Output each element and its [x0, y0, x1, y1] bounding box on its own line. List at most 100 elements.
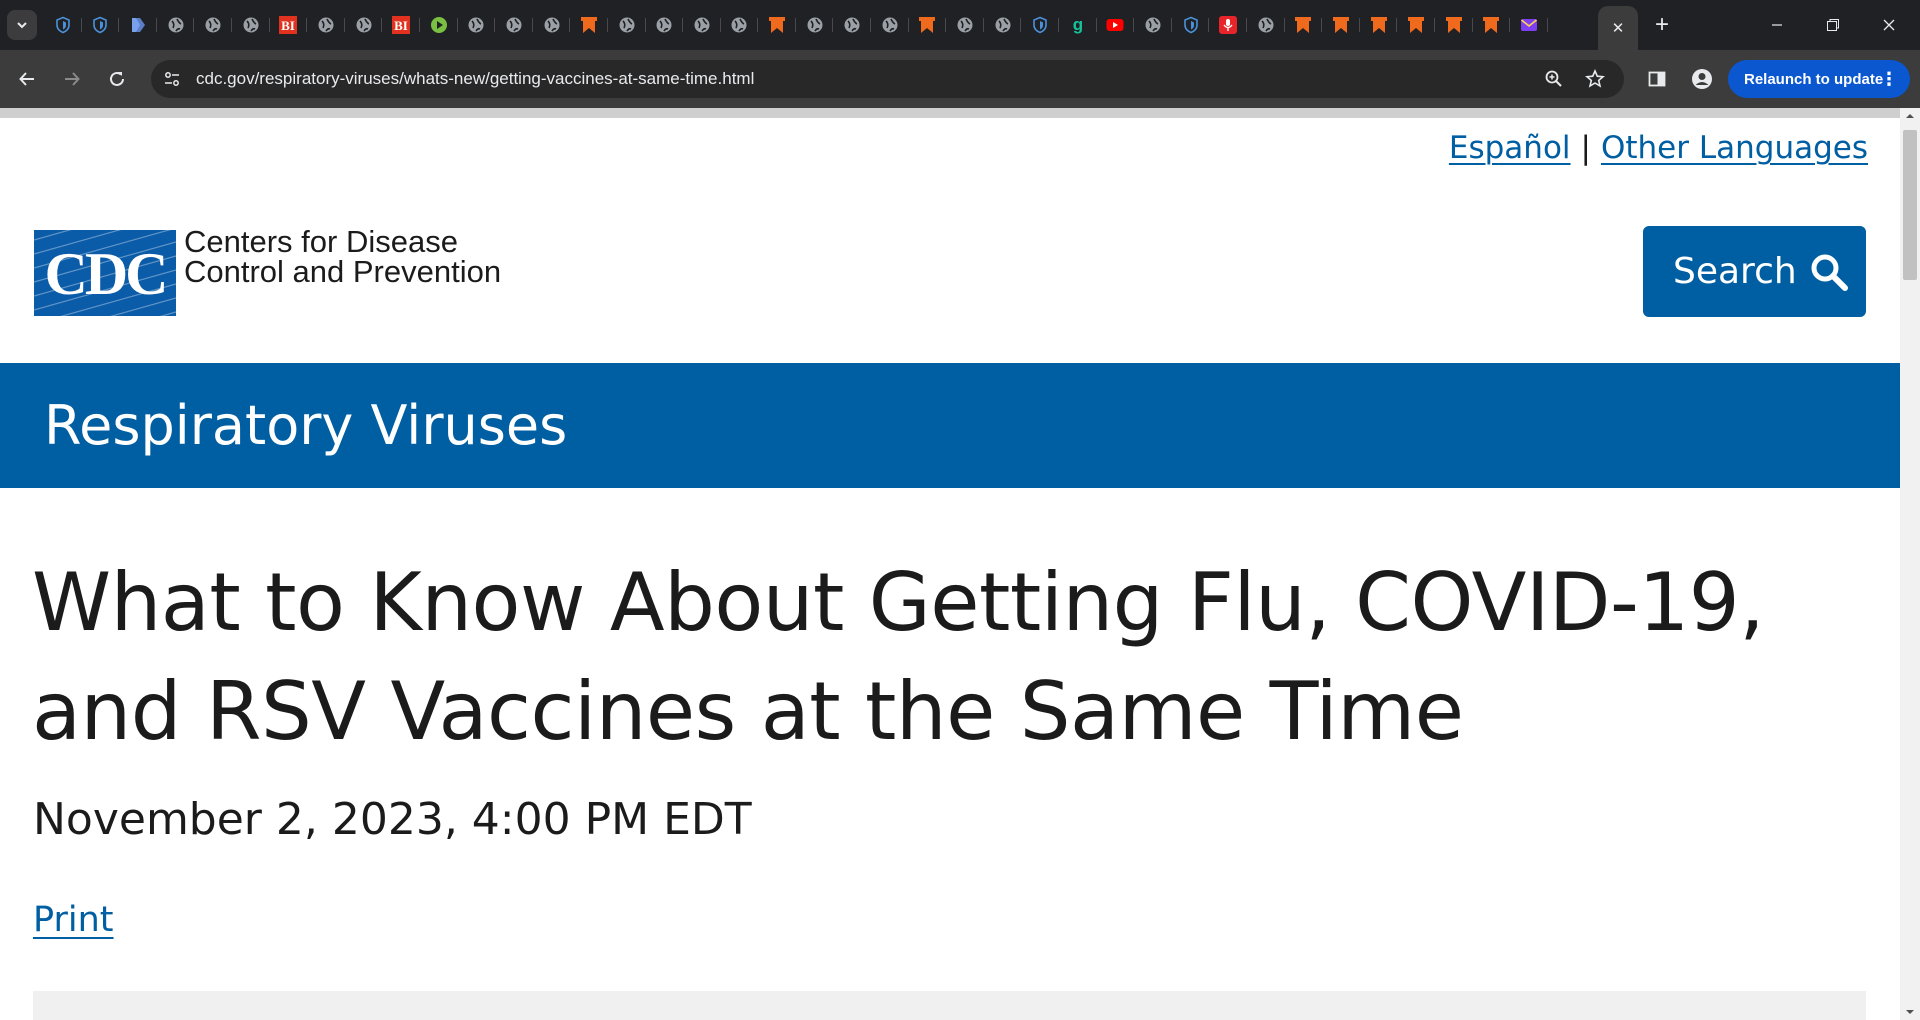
- youtube-icon: [1106, 19, 1124, 31]
- pinned-tab[interactable]: [1021, 9, 1059, 41]
- search-button[interactable]: Search: [1643, 226, 1866, 317]
- address-bar[interactable]: cdc.gov/respiratory-viruses/whats-new/ge…: [151, 60, 1624, 98]
- site-section-banner: Respiratory Viruses: [0, 363, 1900, 488]
- pinned-tab[interactable]: [1097, 9, 1135, 41]
- url-text[interactable]: cdc.gov/respiratory-viruses/whats-new/ge…: [196, 60, 754, 98]
- scroll-down-arrow-icon[interactable]: [1904, 1006, 1916, 1018]
- close-window-button[interactable]: [1874, 12, 1904, 38]
- pinned-tab[interactable]: [533, 9, 571, 41]
- pinned-tab[interactable]: [420, 9, 458, 41]
- pinned-tab[interactable]: [458, 9, 496, 41]
- pinned-tab[interactable]: [608, 9, 646, 41]
- pinned-tab[interactable]: [307, 9, 345, 41]
- pinned-tab[interactable]: [984, 9, 1022, 41]
- pinned-tab[interactable]: [194, 9, 232, 41]
- bookmark-icon: [1445, 17, 1462, 33]
- mail-icon: [1520, 19, 1537, 31]
- organization-name-line-2: Control and Prevention: [184, 254, 502, 289]
- page-title: What to Know About Getting Flu, COVID-19…: [32, 556, 1765, 758]
- profile-avatar-icon[interactable]: [1688, 65, 1716, 93]
- pinned-tab[interactable]: g: [1059, 9, 1097, 41]
- globe-icon: [1145, 17, 1161, 33]
- pinned-tab[interactable]: [1397, 9, 1435, 41]
- pinned-tab[interactable]: [345, 9, 383, 41]
- scrollbar-thumb[interactable]: [1903, 130, 1917, 280]
- pinned-tab[interactable]: [646, 9, 684, 41]
- reload-icon: [110, 71, 124, 86]
- publish-date: November 2, 2023, 4:00 PM EDT: [33, 794, 752, 845]
- pinned-tab[interactable]: [1510, 9, 1548, 41]
- search-label: Search: [1673, 251, 1797, 292]
- relaunch-label: Relaunch to update: [1744, 70, 1884, 88]
- relaunch-to-update-button[interactable]: Relaunch to update ⋮: [1728, 60, 1910, 98]
- top-divider: [0, 108, 1900, 118]
- pinned-tab[interactable]: [232, 9, 270, 41]
- globe-icon: [318, 17, 334, 33]
- reload-button[interactable]: [102, 64, 132, 94]
- tab-search-button[interactable]: [7, 10, 37, 40]
- pinned-tab[interactable]: [1285, 9, 1323, 41]
- microphone-icon: [1219, 16, 1238, 34]
- pinned-tab[interactable]: [157, 9, 195, 41]
- pinned-tab[interactable]: [1134, 9, 1172, 41]
- business-insider-icon: BI: [279, 16, 298, 34]
- active-tab[interactable]: ✕: [1598, 6, 1638, 50]
- pinned-tab[interactable]: [796, 9, 834, 41]
- svg-text:g: g: [1073, 16, 1083, 34]
- pinned-tab[interactable]: [82, 9, 120, 41]
- vertical-scrollbar[interactable]: [1900, 108, 1920, 1020]
- minimize-button[interactable]: [1762, 12, 1792, 38]
- pinned-tab[interactable]: [495, 9, 533, 41]
- more-menu-icon[interactable]: ⋮: [1880, 60, 1898, 98]
- bookmark-icon: [919, 17, 936, 33]
- pinned-tab[interactable]: [758, 9, 796, 41]
- site-section-title[interactable]: Respiratory Viruses: [44, 363, 567, 488]
- other-languages-link[interactable]: Other Languages: [1601, 130, 1868, 166]
- espanol-link[interactable]: Español: [1449, 130, 1571, 166]
- forward-button[interactable]: [57, 64, 87, 94]
- search-icon: [1809, 252, 1849, 292]
- pinned-tab[interactable]: [1247, 9, 1285, 41]
- pinned-tab[interactable]: [1360, 9, 1398, 41]
- bookmark-icon: [1370, 17, 1387, 33]
- pinned-tab[interactable]: [833, 9, 871, 41]
- language-separator: |: [1580, 130, 1591, 166]
- zoom-icon[interactable]: [1543, 68, 1565, 90]
- globe-icon: [694, 17, 710, 33]
- restore-button[interactable]: [1818, 12, 1848, 38]
- pinned-tab[interactable]: [44, 9, 82, 41]
- pinned-tab[interactable]: [1322, 9, 1360, 41]
- svg-text:BI: BI: [394, 18, 408, 33]
- pinned-tab[interactable]: [1435, 9, 1473, 41]
- pinned-tab[interactable]: [1209, 9, 1247, 41]
- globe-icon: [205, 17, 221, 33]
- browser-toolbar: cdc.gov/respiratory-viruses/whats-new/ge…: [0, 50, 1920, 108]
- new-tab-button[interactable]: +: [1648, 12, 1676, 40]
- pinned-tab[interactable]: [871, 9, 909, 41]
- pinned-tab[interactable]: [683, 9, 721, 41]
- site-info-icon[interactable]: [161, 68, 183, 90]
- pinned-tab[interactable]: [909, 9, 947, 41]
- bookmark-icon: [581, 17, 598, 33]
- pinned-tab[interactable]: [570, 9, 608, 41]
- pinned-tab[interactable]: BI: [382, 9, 420, 41]
- print-link[interactable]: Print: [33, 900, 114, 940]
- back-button[interactable]: [12, 64, 42, 94]
- grammarly-icon: g: [1073, 16, 1083, 34]
- scroll-up-arrow-icon[interactable]: [1904, 110, 1916, 122]
- close-tab-icon[interactable]: ✕: [1612, 19, 1625, 37]
- cdc-logo[interactable]: CDC: [34, 230, 176, 316]
- organization-name[interactable]: Centers for Disease Control and Preventi…: [184, 226, 502, 289]
- pinned-tab[interactable]: BI: [270, 9, 308, 41]
- globe-icon: [168, 17, 184, 33]
- pinned-tab[interactable]: [1473, 9, 1511, 41]
- arrow-right-icon: [65, 72, 80, 86]
- pinned-tab[interactable]: [1172, 9, 1210, 41]
- side-panel-icon[interactable]: [1643, 65, 1671, 93]
- pinned-tab[interactable]: [721, 9, 759, 41]
- pinned-tab[interactable]: [119, 9, 157, 41]
- pinned-tab[interactable]: [946, 9, 984, 41]
- bookmark-star-icon[interactable]: [1584, 68, 1606, 90]
- arrow-left-icon: [19, 72, 34, 86]
- globe-icon: [844, 17, 860, 33]
